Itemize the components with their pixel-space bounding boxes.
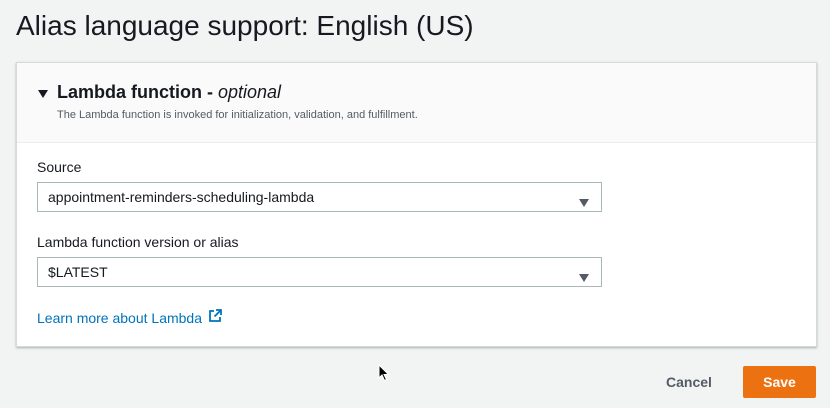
dropdown-arrow-icon xyxy=(579,194,589,207)
mouse-cursor-icon xyxy=(378,364,390,382)
learn-more-lambda-link[interactable]: Learn more about Lambda xyxy=(37,309,222,326)
version-label: Lambda function version or alias xyxy=(37,234,239,250)
lambda-section-description: The Lambda function is invoked for initi… xyxy=(57,109,418,121)
page-title: Alias language support: English (US) xyxy=(16,10,474,41)
lambda-section-title[interactable]: Lambda function - optional xyxy=(57,82,281,103)
lambda-section-header[interactable]: Lambda function - optional The Lambda fu… xyxy=(17,63,816,143)
external-link-icon xyxy=(208,309,222,326)
version-select-value: $LATEST xyxy=(48,264,108,280)
source-select[interactable]: appointment-reminders-scheduling-lambda xyxy=(37,182,602,212)
optional-label: optional xyxy=(218,82,282,102)
source-label: Source xyxy=(37,159,82,175)
learn-more-label: Learn more about Lambda xyxy=(37,309,202,326)
save-button[interactable]: Save xyxy=(743,366,816,398)
cancel-button[interactable]: Cancel xyxy=(653,366,725,398)
lambda-section-title-text: Lambda function - xyxy=(57,82,218,102)
dropdown-arrow-icon xyxy=(579,269,589,282)
source-select-value: appointment-reminders-scheduling-lambda xyxy=(48,189,315,205)
version-alias-select[interactable]: $LATEST xyxy=(37,257,602,287)
lambda-function-panel: Lambda function - optional The Lambda fu… xyxy=(16,62,817,347)
caret-down-icon[interactable] xyxy=(37,88,49,100)
